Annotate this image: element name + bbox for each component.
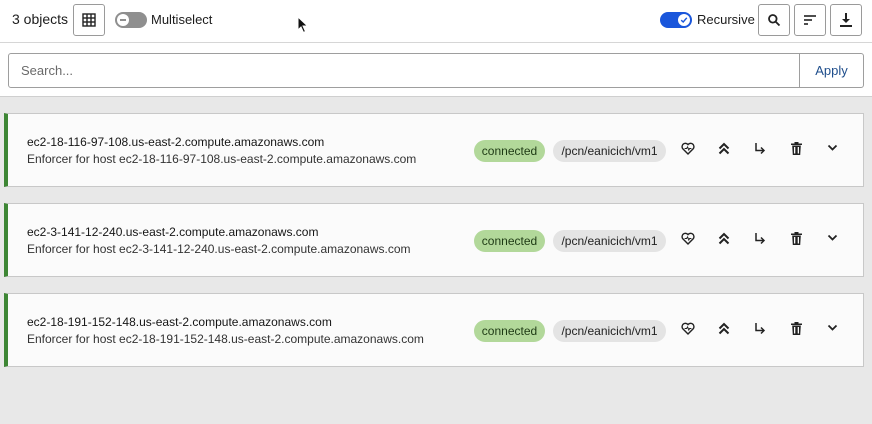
recursive-label: Recursive	[697, 12, 755, 27]
expand-button[interactable]	[821, 317, 843, 339]
search-bar: Apply	[8, 53, 864, 88]
promote-button[interactable]	[713, 230, 735, 252]
list-item[interactable]: ec2-18-191-152-148.us-east-2.compute.ama…	[4, 293, 864, 367]
arrow-turn-right-icon	[754, 322, 766, 340]
namespace-tag: /pcn/eanicich/vm1	[553, 320, 666, 342]
chevron-down-icon	[827, 229, 838, 247]
sort-icon	[804, 15, 816, 25]
header-area: 3 objects Multiselect Recursive Search..…	[0, 0, 872, 97]
chevrons-up-icon	[718, 142, 730, 160]
object-count: 3 objects	[12, 11, 69, 27]
namespace-tag: /pcn/eanicich/vm1	[553, 230, 666, 252]
recursive-toggle[interactable]	[660, 12, 692, 28]
status-badge: connected	[474, 320, 545, 342]
search-button[interactable]	[758, 4, 790, 36]
search-icon	[768, 14, 781, 27]
grid-view-button[interactable]	[73, 4, 105, 36]
mouse-cursor-icon	[297, 16, 309, 34]
namespace-tag: /pcn/eanicich/vm1	[553, 140, 666, 162]
chevron-down-icon	[827, 139, 838, 157]
move-button[interactable]	[749, 140, 771, 162]
item-description: Enforcer for host ec2-18-191-152-148.us-…	[27, 332, 424, 346]
move-button[interactable]	[749, 230, 771, 252]
list-item[interactable]: ec2-18-116-97-108.us-east-2.compute.amaz…	[4, 113, 864, 187]
item-description: Enforcer for host ec2-3-141-12-240.us-ea…	[27, 242, 411, 256]
search-input[interactable]	[9, 54, 799, 87]
grid-icon	[82, 13, 96, 27]
arrow-turn-right-icon	[754, 142, 766, 160]
list-item[interactable]: ec2-3-141-12-240.us-east-2.compute.amazo…	[4, 203, 864, 277]
item-description: Enforcer for host ec2-18-116-97-108.us-e…	[27, 152, 417, 166]
promote-button[interactable]	[713, 320, 735, 342]
download-button[interactable]	[830, 4, 862, 36]
trash-icon	[790, 232, 802, 250]
expand-button[interactable]	[821, 227, 843, 249]
delete-button[interactable]	[785, 320, 807, 342]
trash-icon	[790, 142, 802, 160]
checkmark-icon	[678, 14, 690, 26]
sort-button[interactable]	[794, 4, 826, 36]
item-name: ec2-18-116-97-108.us-east-2.compute.amaz…	[27, 135, 325, 149]
heart-icon	[681, 322, 695, 340]
move-button[interactable]	[749, 320, 771, 342]
delete-button[interactable]	[785, 140, 807, 162]
status-badge: connected	[474, 230, 545, 252]
trash-icon	[790, 322, 802, 340]
toggle-off-icon	[117, 14, 129, 26]
arrow-turn-right-icon	[754, 232, 766, 250]
health-button[interactable]	[677, 230, 699, 252]
item-name: ec2-18-191-152-148.us-east-2.compute.ama…	[27, 315, 332, 329]
delete-button[interactable]	[785, 230, 807, 252]
expand-button[interactable]	[821, 137, 843, 159]
chevrons-up-icon	[718, 322, 730, 340]
download-icon	[840, 13, 852, 27]
heart-icon	[681, 142, 695, 160]
status-badge: connected	[474, 140, 545, 162]
heart-icon	[681, 232, 695, 250]
health-button[interactable]	[677, 320, 699, 342]
apply-button[interactable]: Apply	[799, 54, 863, 87]
chevron-down-icon	[827, 319, 838, 337]
chevrons-up-icon	[718, 232, 730, 250]
health-button[interactable]	[677, 140, 699, 162]
multiselect-toggle[interactable]	[115, 12, 147, 28]
toolbar: 3 objects Multiselect Recursive	[0, 0, 872, 43]
promote-button[interactable]	[713, 140, 735, 162]
item-name: ec2-3-141-12-240.us-east-2.compute.amazo…	[27, 225, 319, 239]
multiselect-label: Multiselect	[151, 12, 213, 27]
